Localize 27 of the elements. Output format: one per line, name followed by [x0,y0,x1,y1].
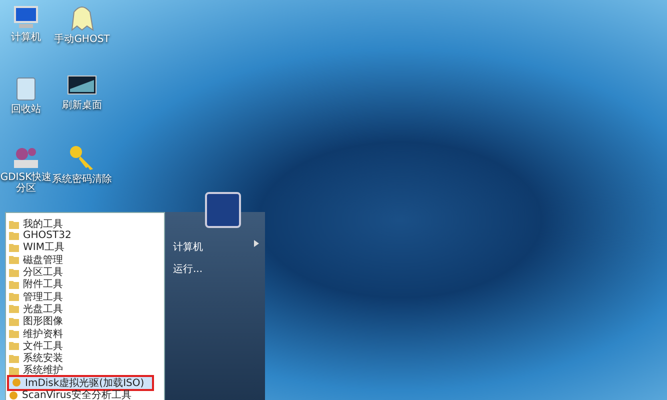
icon-label: GDISK快速分区 [0,172,52,194]
program-item[interactable]: 系统安装 [6,352,152,364]
program-item[interactable]: WIM工具 [6,241,152,254]
icon-label: 刷新桌面 [62,100,102,111]
menu-link[interactable]: 运行... [173,262,265,276]
program-item[interactable]: 磁盘管理 [6,254,152,266]
icon-label: 系统密码清除 [52,174,112,185]
icon-label: 计算机 [11,32,41,43]
program-item[interactable]: 图形图像 [6,315,152,328]
icon-label: 手动GHOST [54,34,110,45]
program-item[interactable]: 维护资料 [6,327,152,340]
program-item[interactable]: 分区工具 [6,266,152,278]
program-item[interactable]: 我的工具 [6,218,152,230]
program-item[interactable]: ImDisk虚拟光驱(加载ISO) [9,376,152,389]
program-item[interactable]: 光盘工具 [6,302,152,316]
program-item[interactable]: 系统维护 [6,364,152,377]
icon-label: 回收站 [11,104,41,115]
program-item[interactable]: GHOST32 [6,230,152,242]
user-picture [205,192,241,228]
key-icon[interactable] [68,144,96,172]
computer-icon[interactable] [11,4,41,30]
program-item[interactable]: 文件工具 [6,340,152,352]
program-item[interactable]: 管理工具 [6,290,152,303]
arrow-icon [254,240,259,247]
menu-link[interactable]: 计算机 [173,240,265,254]
program-item[interactable]: 附件工具 [6,278,152,290]
program-item[interactable]: ScanVirus安全分析工具 [6,388,152,400]
